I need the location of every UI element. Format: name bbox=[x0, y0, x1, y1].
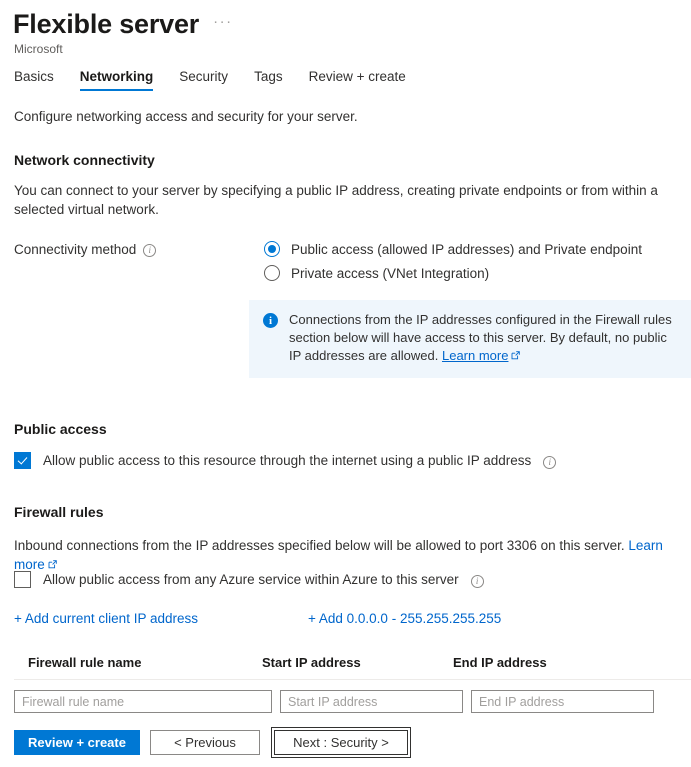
external-link-icon bbox=[511, 347, 520, 356]
firewall-rules-table: Firewall rule name Start IP address End … bbox=[0, 655, 691, 713]
page-intro-text: Configure networking access and security… bbox=[0, 91, 691, 124]
radio-button-public-access[interactable] bbox=[264, 241, 280, 257]
firewall-rules-heading: Firewall rules bbox=[0, 504, 103, 520]
tab-tags[interactable]: Tags bbox=[254, 69, 283, 91]
network-connectivity-heading: Network connectivity bbox=[0, 152, 691, 168]
network-connectivity-description: You can connect to your server by specif… bbox=[0, 181, 678, 219]
end-ip-address-input[interactable] bbox=[471, 690, 654, 713]
info-icon[interactable]: i bbox=[471, 575, 484, 588]
info-filled-icon: i bbox=[263, 313, 278, 328]
connectivity-method-label: Connectivity method bbox=[14, 242, 136, 257]
checkbox-label-allow-azure-services: Allow public access from any Azure servi… bbox=[43, 572, 459, 587]
add-ip-range-link[interactable]: + Add 0.0.0.0 - 255.255.255.255 bbox=[308, 611, 501, 626]
tab-networking[interactable]: Networking bbox=[80, 69, 154, 91]
previous-button[interactable]: < Previous bbox=[150, 730, 260, 755]
radio-label-public-access: Public access (allowed IP addresses) and… bbox=[291, 242, 642, 257]
banner-learn-more-link[interactable]: Learn more bbox=[442, 348, 508, 363]
tab-basics[interactable]: Basics bbox=[14, 69, 54, 91]
publisher-label: Microsoft bbox=[0, 40, 691, 56]
azure-service-checkbox-row[interactable]: Allow public access from any Azure servi… bbox=[0, 571, 484, 588]
column-header-end-ip: End IP address bbox=[453, 655, 644, 670]
radio-button-private-access[interactable] bbox=[264, 265, 280, 281]
public-access-checkbox-row[interactable]: Allow public access to this resource thr… bbox=[0, 452, 556, 469]
connectivity-method-label-group: Connectivity method i bbox=[14, 241, 264, 281]
connectivity-method-options: Public access (allowed IP addresses) and… bbox=[264, 241, 642, 281]
info-banner-text-group: Connections from the IP addresses config… bbox=[289, 311, 677, 365]
wizard-footer: Review + create < Previous Next : Securi… bbox=[0, 720, 691, 767]
radio-option-public-access[interactable]: Public access (allowed IP addresses) and… bbox=[264, 241, 642, 257]
column-header-rule-name: Firewall rule name bbox=[14, 655, 262, 670]
info-icon[interactable]: i bbox=[143, 244, 156, 257]
firewall-table-header: Firewall rule name Start IP address End … bbox=[14, 655, 691, 680]
radio-option-private-access[interactable]: Private access (VNet Integration) bbox=[264, 265, 642, 281]
column-header-start-ip: Start IP address bbox=[262, 655, 453, 670]
wizard-tabs: Basics Networking Security Tags Review +… bbox=[0, 56, 691, 91]
firewall-rules-description: Inbound connections from the IP addresse… bbox=[14, 538, 625, 553]
next-security-button[interactable]: Next : Security > bbox=[274, 730, 408, 755]
more-options-icon[interactable]: ··· bbox=[213, 9, 233, 40]
tab-review-create[interactable]: Review + create bbox=[309, 69, 406, 91]
info-banner: i Connections from the IP addresses conf… bbox=[249, 300, 691, 378]
radio-label-private-access: Private access (VNet Integration) bbox=[291, 266, 489, 281]
firewall-rules-description-group: Inbound connections from the IP addresse… bbox=[0, 536, 678, 574]
external-link-icon bbox=[48, 555, 57, 564]
public-access-heading: Public access bbox=[0, 421, 107, 437]
info-icon[interactable]: i bbox=[543, 456, 556, 469]
checkbox-allow-azure-services[interactable] bbox=[14, 571, 31, 588]
start-ip-address-input[interactable] bbox=[280, 690, 463, 713]
checkbox-label-allow-public-access: Allow public access to this resource thr… bbox=[43, 453, 531, 468]
page-header: Flexible server ··· bbox=[0, 0, 691, 40]
page-title: Flexible server bbox=[13, 8, 199, 40]
review-create-button[interactable]: Review + create bbox=[14, 730, 140, 755]
firewall-rule-name-input[interactable] bbox=[14, 690, 272, 713]
tab-security[interactable]: Security bbox=[179, 69, 228, 91]
connectivity-method-row: Connectivity method i Public access (all… bbox=[0, 241, 691, 281]
firewall-add-links: + Add current client IP address + Add 0.… bbox=[0, 611, 501, 626]
checkbox-allow-public-access[interactable] bbox=[14, 452, 31, 469]
table-row bbox=[14, 680, 691, 713]
add-current-client-ip-link[interactable]: + Add current client IP address bbox=[14, 611, 308, 626]
networking-configuration-page: Flexible server ··· Microsoft Basics Net… bbox=[0, 0, 691, 767]
